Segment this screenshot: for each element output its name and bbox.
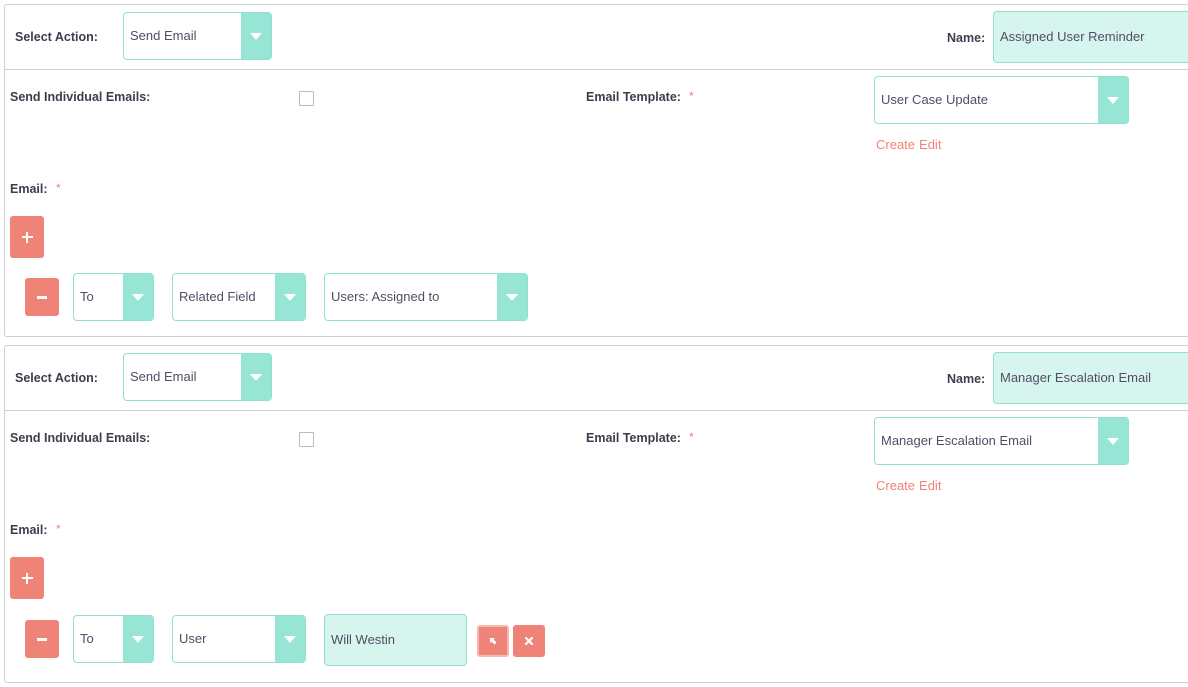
action-panel-1: Select Action: Send Email Name: Assigned… [4,4,1188,337]
name-label: Name: [947,31,986,45]
select-user-button[interactable] [477,625,509,657]
add-recipient-button[interactable] [10,216,44,258]
remove-recipient-button[interactable] [25,278,59,316]
caret-down-icon [497,274,527,320]
row-divider [5,410,1188,411]
create-template-link[interactable]: Create [876,137,915,152]
required-marker: * [689,430,694,444]
caret-down-icon [275,616,305,662]
template-links: Create Edit [876,137,945,152]
send-individual-checkbox[interactable] [299,91,314,106]
send-individual-label: Send Individual Emails: [10,90,151,104]
select-action-label: Select Action: [15,371,98,385]
name-input[interactable]: Assigned User Reminder [993,11,1188,63]
send-individual-label: Send Individual Emails: [10,431,151,445]
email-template-label: Email Template: [586,90,681,104]
caret-down-icon [123,616,153,662]
action-panel-2: Select Action: Send Email Name: Manager … [4,345,1188,683]
required-marker: * [56,522,61,536]
recipient-source-dropdown[interactable]: Related Field [172,273,306,321]
row-divider [5,69,1188,70]
clear-user-button[interactable] [513,625,545,657]
edit-template-link[interactable]: Edit [919,137,941,152]
select-action-value: Send Email [130,369,197,384]
caret-down-icon [1098,77,1128,123]
recipient-type-dropdown[interactable]: To [73,615,154,663]
send-individual-checkbox[interactable] [299,432,314,447]
recipient-type-value: To [80,289,94,304]
remove-recipient-button[interactable] [25,620,59,658]
recipient-source-value: User [179,631,207,646]
caret-down-icon [241,13,271,59]
email-template-value: Manager Escalation Email [881,433,1033,448]
caret-down-icon [241,354,271,400]
required-marker: * [689,89,694,103]
email-template-value: User Case Update [881,92,988,107]
caret-down-icon [1098,418,1128,464]
recipient-field-dropdown[interactable]: Users: Assigned to [324,273,528,321]
recipient-field-value: Users: Assigned to [331,289,440,304]
required-marker: * [56,181,61,195]
email-label: Email: [10,182,48,196]
email-template-dropdown[interactable]: Manager Escalation Email [874,417,1129,465]
add-recipient-button[interactable] [10,557,44,599]
arrow-select-icon [490,638,497,645]
email-label: Email: [10,523,48,537]
caret-down-icon [123,274,153,320]
edit-template-link[interactable]: Edit [919,478,941,493]
name-label: Name: [947,372,986,386]
create-template-link[interactable]: Create [876,478,915,493]
name-input[interactable]: Manager Escalation Email [993,352,1188,404]
recipient-user-input[interactable]: Will Westin [324,614,467,666]
close-icon [524,636,534,646]
select-action-value: Send Email [130,28,197,43]
email-template-label: Email Template: [586,431,681,445]
template-links: Create Edit [876,478,945,493]
recipient-source-value: Related Field [179,289,256,304]
recipient-type-dropdown[interactable]: To [73,273,154,321]
recipient-source-dropdown[interactable]: User [172,615,306,663]
select-action-dropdown[interactable]: Send Email [123,12,272,60]
recipient-type-value: To [80,631,94,646]
email-template-dropdown[interactable]: User Case Update [874,76,1129,124]
select-action-label: Select Action: [15,30,98,44]
select-action-dropdown[interactable]: Send Email [123,353,272,401]
caret-down-icon [275,274,305,320]
